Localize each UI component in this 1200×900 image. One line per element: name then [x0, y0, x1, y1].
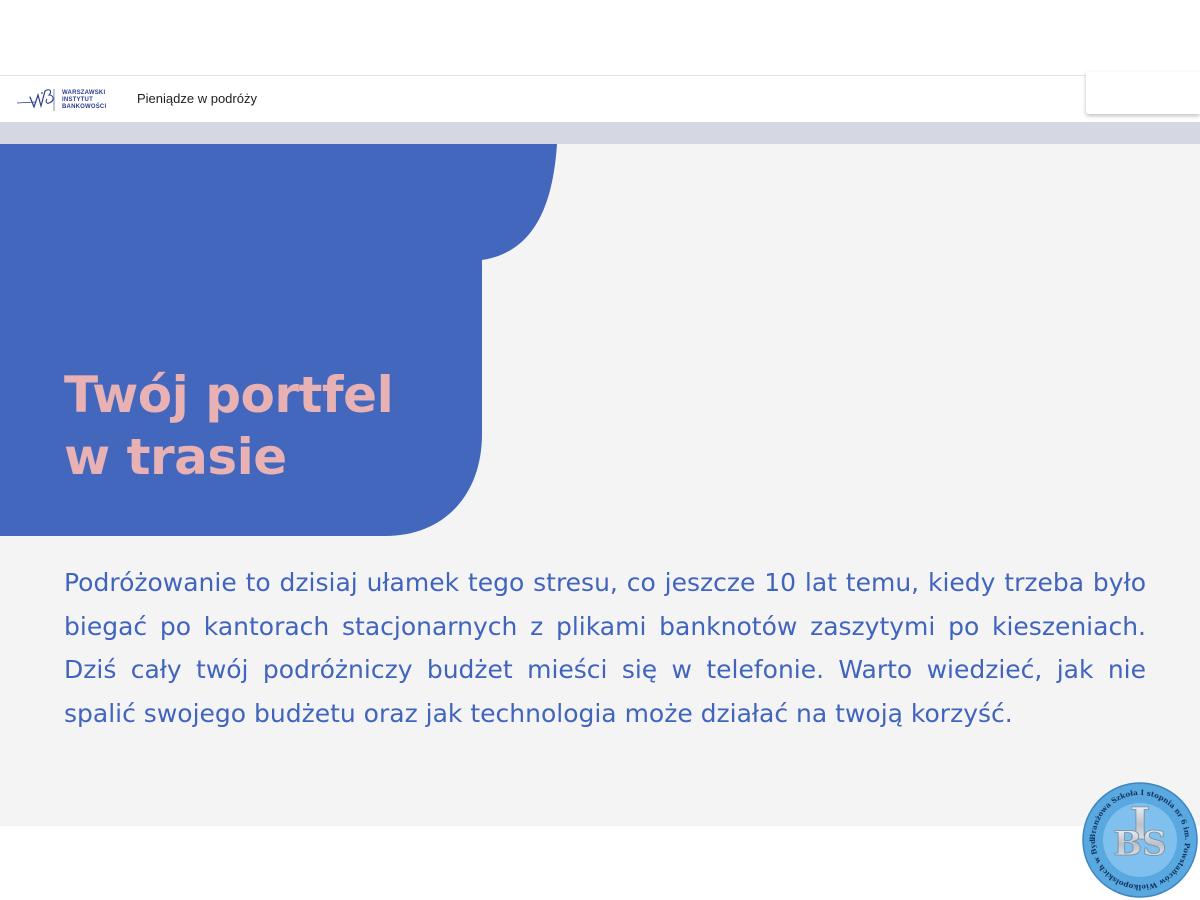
slide-canvas: Twój portfel w trasie Podróżowanie to dz… [0, 144, 1200, 826]
logo-line-3: BANKOWOŚCI [62, 103, 107, 110]
slide-heading: Twój portfel w trasie [64, 364, 484, 488]
presentation-viewer: WARSZAWSKI INSTYTUT BANKOWOŚCI Pieniądze… [0, 0, 1200, 900]
emblem-initials: BS [1113, 824, 1166, 864]
logo-line-1: WARSZAWSKI [62, 89, 106, 96]
school-emblem-icon[interactable]: Branżowa Szkoła I stopnia nr 6 im. Powst… [1081, 781, 1199, 899]
top-bar: WARSZAWSKI INSTYTUT BANKOWOŚCI Pieniądze… [0, 75, 1086, 122]
slide-heading-line-1: Twój portfel [64, 366, 394, 424]
signature-logo-icon [16, 89, 55, 111]
page-title: Pieniądze w podróży [137, 91, 257, 106]
logo-line-2: INSTYTUT [62, 96, 93, 103]
menu-card[interactable] [1086, 72, 1200, 114]
slide-heading-line-2: w trasie [64, 428, 287, 486]
logo-wordmark: WARSZAWSKI INSTYTUT BANKOWOŚCI [62, 90, 106, 111]
divider-strip [0, 122, 1200, 144]
slide-body-text: Podróżowanie to dzisiaj ułamek tego stre… [64, 568, 1146, 728]
wib-logo[interactable]: WARSZAWSKI INSTYTUT BANKOWOŚCI [16, 84, 108, 116]
